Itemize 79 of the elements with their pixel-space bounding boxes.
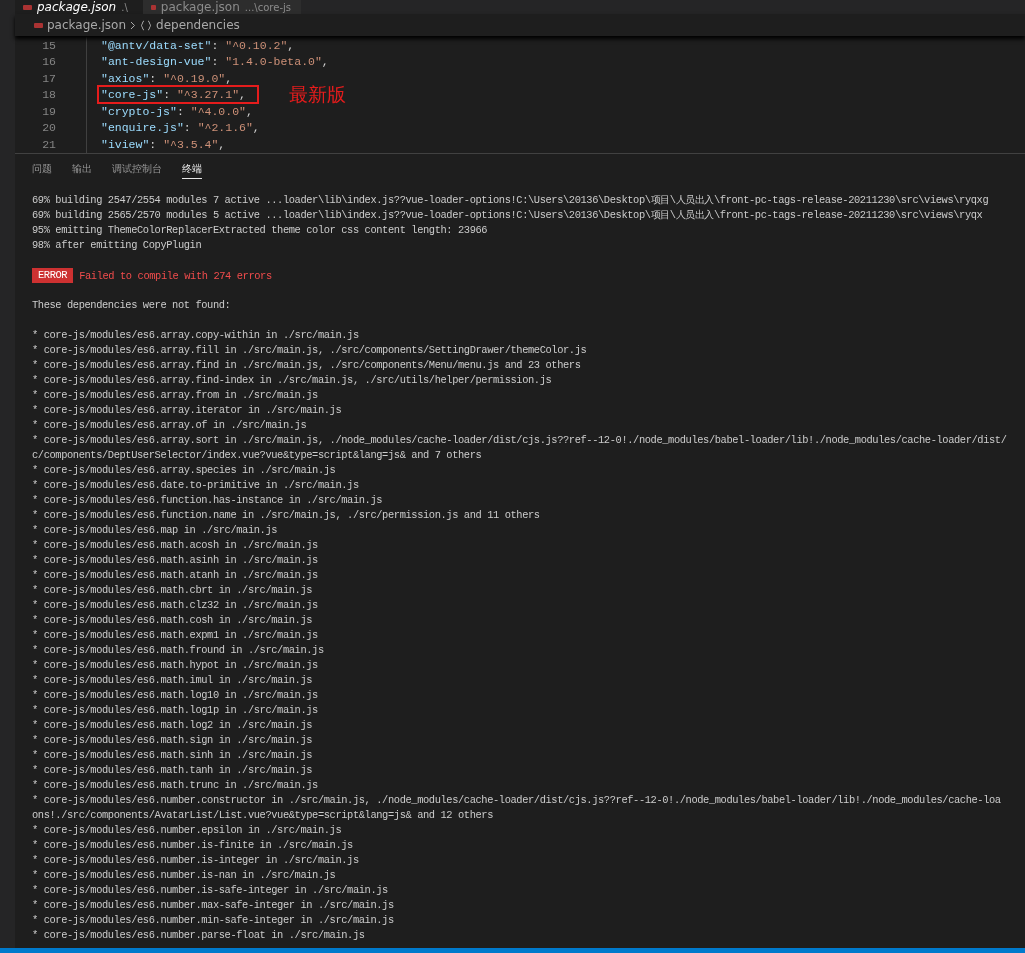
terminal-line: * core-js/modules/es6.date.to-primitive in ./src/main.js [32, 478, 360, 493]
json-file-icon [151, 4, 156, 10]
terminal-line: * core-js/modules/es6.function.name in ./src/main.js, ./src/permission.js and 11 others [32, 508, 541, 523]
terminal-line: * core-js/modules/es6.array.find in ./src/main.js, ./src/components/Menu/menu.js and 23 others [32, 358, 582, 373]
terminal-line: 69% building 2565/2570 modules 5 active ...loader\lib\index.js??vue-loader-options!C:\Users\20136\Desktop\项目\人员出入\front-pc-tags-release-20211230\src\views\ryqx [32, 208, 984, 223]
terminal-line: * core-js/modules/es6.math.expm1 in ./src/main.js [32, 628, 319, 643]
line-number: 19 [41, 104, 56, 118]
panel-tab[interactable]: 终端 [182, 162, 202, 179]
terminal-line: * core-js/modules/es6.number.max-safe-integer in ./src/main.js [32, 898, 395, 913]
code-line: "crypto-js": "^4.0.0", [100, 103, 254, 120]
code-line: "enquire.js": "^2.1.6", [100, 120, 261, 137]
json-file-icon [34, 22, 43, 28]
terminal-line: * core-js/modules/es6.array.fill in ./src/main.js, ./src/components/SettingDrawer/themeColor.js [32, 343, 588, 358]
chevron-icon [130, 20, 136, 30]
terminal-line: * core-js/modules/es6.number.is-integer in ./src/main.js [32, 853, 360, 868]
terminal-line: * core-js/modules/es6.math.fround in ./src/main.js [32, 643, 325, 658]
terminal-line: * core-js/modules/es6.math.sinh in ./src/main.js [32, 748, 314, 763]
code-line: "ant-design-vue": "1.4.0-beta.0", [100, 54, 330, 71]
terminal-line: 98% after emitting CopyPlugin [32, 238, 203, 253]
annotation-text: 最新版 [289, 81, 346, 107]
terminal-line: * core-js/modules/es6.math.hypot in ./src/main.js [32, 658, 319, 673]
terminal-line: * core-js/modules/es6.number.parse-float in ./src/main.js [32, 928, 366, 943]
tab-label: package.json [37, 0, 117, 14]
terminal-line: * core-js/modules/es6.math.log10 in ./src/main.js [32, 688, 319, 703]
tab-description: .\ [121, 1, 128, 13]
terminal-line: * core-js/modules/es6.math.atanh in ./src/main.js [32, 568, 319, 583]
editor-tab[interactable]: package.json .\ [15, 0, 143, 14]
line-number: 21 [41, 137, 56, 151]
code-line: "iview": "^3.5.4", [100, 136, 227, 153]
terminal-line: * core-js/modules/es6.math.sign in ./src/main.js [32, 733, 314, 748]
panel-tab[interactable]: 问题 [32, 162, 52, 179]
terminal-line: * core-js/modules/es6.math.clz32 in ./src/main.js [32, 598, 319, 613]
terminal-line: * core-js/modules/es6.array.sort in ./src/main.js, ./node_modules/cache-loader/dist/cjs.js??ref--12-0!./node_modules/babel-loader/lib!./node_modules/cache-loader/dist/ [32, 433, 1008, 448]
braces-icon [140, 19, 152, 31]
terminal-line: * core-js/modules/es6.function.has-instance in ./src/main.js [32, 493, 384, 508]
terminal-line: * core-js/modules/es6.array.find-index in ./src/main.js, ./src/utils/helper/permission.js [32, 373, 553, 388]
terminal-line: 69% building 2547/2554 modules 7 active ...loader\lib\index.js??vue-loader-options!C:\Users\20136\Desktop\项目\人员出入\front-pc-tags-release-20211230\src\views\ryqxg [32, 193, 990, 208]
error-badge: ERROR [32, 268, 74, 283]
terminal-line: * core-js/modules/es6.map in ./src/main.js [32, 523, 279, 538]
error-message: Failed to compile with 274 errors [79, 269, 272, 282]
terminal-line: * core-js/modules/es6.number.is-safe-integer in ./src/main.js [32, 883, 389, 898]
terminal-line: * core-js/modules/es6.math.log1p in ./src/main.js [32, 703, 319, 718]
terminal-line: * core-js/modules/es6.math.cbrt in ./src/main.js [32, 583, 314, 598]
tab-description: ...\core-js [244, 1, 291, 13]
panel-tab[interactable]: 输出 [72, 162, 92, 179]
line-number: 18 [41, 88, 56, 102]
panel-tab[interactable]: 调试控制台 [112, 162, 162, 179]
code-line: "axios": "^0.19.0", [100, 70, 234, 87]
terminal-line: * core-js/modules/es6.number.is-nan in ./src/main.js [32, 868, 337, 883]
terminal-line: * core-js/modules/es6.number.is-finite in ./src/main.js [32, 838, 354, 853]
terminal-line: * core-js/modules/es6.math.acosh in ./src/main.js [32, 538, 319, 553]
terminal-line: * core-js/modules/es6.array.from in ./src/main.js [32, 388, 319, 403]
terminal-line: c/components/DeptUserSelector/index.vue?vue&type=script&lang=js& and 7 others [32, 448, 483, 463]
tab-label: package.json [160, 0, 240, 14]
terminal-line: * core-js/modules/es6.number.epsilon in ./src/main.js [32, 823, 343, 838]
terminal-line: * core-js/modules/es6.math.asinh in ./src/main.js [32, 553, 319, 568]
breadcrumb-item[interactable]: package.json [47, 18, 126, 32]
code-line: "@antv/data-set": "^0.10.2", [100, 37, 296, 54]
json-file-icon [23, 4, 32, 10]
terminal-line: * core-js/modules/es6.array.copy-within in ./src/main.js [32, 328, 360, 343]
terminal-line: 95% emitting ThemeColorReplacerExtracted theme color css content length: 23966 [32, 223, 489, 238]
breadcrumb-item[interactable]: dependencies [156, 18, 240, 32]
terminal-line: * core-js/modules/es6.math.tanh in ./src/main.js [32, 763, 314, 778]
terminal-line: * core-js/modules/es6.math.imul in ./src/main.js [32, 673, 314, 688]
terminal-line: * core-js/modules/es6.number.min-safe-integer in ./src/main.js [32, 913, 395, 928]
terminal-line: * core-js/modules/es6.number.constructor in ./src/main.js, ./node_modules/cache-loader/dist/cjs.js??ref--12-0!./node_modules/babel-loader/lib!./node_modules/cache-loa [32, 793, 1002, 808]
terminal-line: These dependencies were not found: [32, 298, 232, 313]
terminal-line: * core-js/modules/es6.math.log2 in ./src/main.js [32, 718, 314, 733]
terminal-line: * core-js/modules/es6.math.cosh in ./src/main.js [32, 613, 314, 628]
terminal-line: * core-js/modules/es6.array.species in ./src/main.js [32, 463, 337, 478]
terminal-line: ons!./src/components/AvatarList/List.vue?vue&type=script&lang=js& and 12 others [32, 808, 494, 823]
line-number: 16 [41, 55, 56, 69]
editor-tab[interactable]: package.json ...\core-js [143, 0, 301, 14]
line-number: 15 [41, 38, 56, 52]
terminal-line: * core-js/modules/es6.array.iterator in ./src/main.js [32, 403, 343, 418]
line-number: 17 [41, 71, 56, 85]
terminal-line: * core-js/modules/es6.math.trunc in ./src/main.js [32, 778, 319, 793]
line-number: 20 [41, 121, 56, 135]
terminal-line: * core-js/modules/es6.array.of in ./src/main.js [32, 418, 308, 433]
